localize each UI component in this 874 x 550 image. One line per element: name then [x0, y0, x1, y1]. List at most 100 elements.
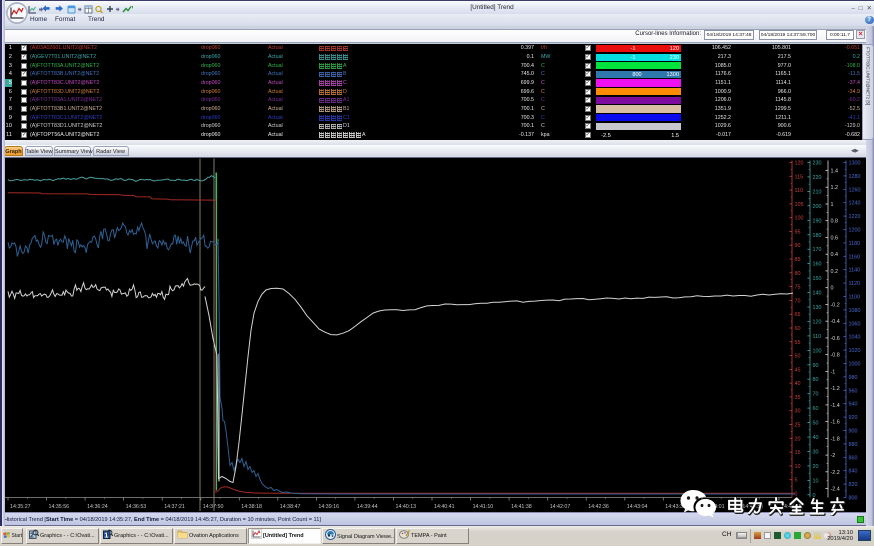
svg-text:1260: 1260 [849, 187, 861, 193]
svg-text:-1: -1 [831, 369, 836, 375]
svg-text:80: 80 [795, 270, 801, 276]
svg-text:14:37:50: 14:37:50 [203, 504, 224, 510]
svg-text:1240: 1240 [849, 200, 861, 206]
svg-text:1200: 1200 [849, 227, 861, 233]
svg-text:70: 70 [795, 298, 801, 304]
svg-text:860: 860 [849, 455, 858, 461]
svg-text:14:42:07: 14:42:07 [550, 504, 571, 510]
svg-text:1220: 1220 [849, 214, 861, 220]
svg-text:120: 120 [795, 160, 804, 166]
svg-text:14:39:44: 14:39:44 [357, 504, 378, 510]
svg-text:1080: 1080 [849, 307, 861, 313]
svg-text:-2: -2 [831, 453, 836, 459]
svg-text:1160: 1160 [849, 254, 861, 260]
svg-text:-0.6: -0.6 [831, 335, 840, 341]
svg-text:1.4: 1.4 [831, 168, 839, 174]
svg-text:45: 45 [795, 367, 801, 373]
svg-text:160: 160 [813, 261, 822, 267]
svg-text:1040: 1040 [849, 334, 861, 340]
svg-text:14:39:16: 14:39:16 [318, 504, 339, 510]
svg-text:230: 230 [813, 160, 822, 166]
svg-text:820: 820 [849, 482, 858, 488]
svg-text:0: 0 [831, 285, 834, 291]
svg-text:50: 50 [795, 353, 801, 359]
svg-text:80: 80 [813, 377, 819, 383]
svg-text:14:42:36: 14:42:36 [588, 504, 609, 510]
svg-text:14:43:04: 14:43:04 [627, 504, 648, 510]
svg-text:25: 25 [795, 422, 801, 428]
svg-text:30: 30 [813, 449, 819, 455]
svg-text:1280: 1280 [849, 173, 861, 179]
svg-text:14:36:53: 14:36:53 [126, 504, 147, 510]
svg-text:-0.8: -0.8 [831, 352, 840, 358]
svg-text:-1.6: -1.6 [831, 419, 840, 425]
svg-text:10: 10 [813, 478, 819, 484]
svg-text:-0.2: -0.2 [831, 302, 840, 308]
svg-text:1100: 1100 [849, 294, 861, 300]
svg-text:85: 85 [795, 257, 801, 263]
svg-text:14:36:24: 14:36:24 [87, 504, 108, 510]
svg-text:1000: 1000 [849, 361, 861, 367]
svg-text:14:35:56: 14:35:56 [49, 504, 70, 510]
svg-text:5: 5 [795, 477, 798, 483]
svg-text:14:38:47: 14:38:47 [280, 504, 301, 510]
svg-text:15: 15 [795, 450, 801, 456]
svg-text:200: 200 [813, 203, 822, 209]
svg-text:1120: 1120 [849, 281, 861, 287]
svg-text:880: 880 [849, 441, 858, 447]
svg-text:900: 900 [849, 428, 858, 434]
svg-text:95: 95 [795, 229, 801, 235]
svg-text:130: 130 [813, 305, 822, 311]
svg-text:14:40:13: 14:40:13 [396, 504, 417, 510]
svg-text:10: 10 [795, 463, 801, 469]
svg-text:-1.4: -1.4 [831, 402, 840, 408]
svg-text:90: 90 [813, 362, 819, 368]
svg-text:110: 110 [813, 333, 822, 339]
svg-text:140: 140 [813, 290, 822, 296]
svg-text:1.2: 1.2 [831, 185, 839, 191]
svg-text:90: 90 [795, 243, 801, 249]
svg-text:115: 115 [795, 174, 804, 180]
svg-text:100: 100 [813, 348, 822, 354]
svg-text:-1.8: -1.8 [831, 436, 840, 442]
svg-text:1060: 1060 [849, 321, 861, 327]
svg-text:0.6: 0.6 [831, 235, 839, 241]
svg-text:40: 40 [813, 435, 819, 441]
svg-text:20: 20 [813, 463, 819, 469]
svg-text:100: 100 [795, 215, 804, 221]
svg-text:220: 220 [813, 174, 822, 180]
svg-text:14:38:18: 14:38:18 [241, 504, 262, 510]
svg-text:14:40:41: 14:40:41 [434, 504, 455, 510]
svg-text:0.8: 0.8 [831, 218, 839, 224]
svg-text:940: 940 [849, 401, 858, 407]
svg-text:14:41:38: 14:41:38 [511, 504, 532, 510]
svg-text:190: 190 [813, 218, 822, 224]
svg-text:30: 30 [795, 408, 801, 414]
svg-text:75: 75 [795, 284, 801, 290]
svg-text:110: 110 [795, 188, 804, 194]
svg-text:150: 150 [813, 276, 822, 282]
svg-text:-2.2: -2.2 [831, 469, 840, 475]
svg-text:960: 960 [849, 388, 858, 394]
svg-text:105: 105 [795, 201, 804, 207]
svg-text:60: 60 [795, 326, 801, 332]
svg-text:1020: 1020 [849, 348, 861, 354]
svg-text:0.4: 0.4 [831, 252, 839, 258]
svg-text:14:35:27: 14:35:27 [10, 504, 31, 510]
svg-text:60: 60 [813, 406, 819, 412]
svg-text:40: 40 [795, 381, 801, 387]
svg-text:70: 70 [813, 391, 819, 397]
svg-text:14:37:21: 14:37:21 [164, 504, 185, 510]
svg-text:14:41:10: 14:41:10 [473, 504, 494, 510]
svg-text:1140: 1140 [849, 267, 861, 273]
svg-text:0.2: 0.2 [831, 268, 839, 274]
svg-text:1300: 1300 [849, 160, 861, 166]
svg-text:1: 1 [831, 202, 834, 208]
svg-text:35: 35 [795, 394, 801, 400]
svg-text:1180: 1180 [849, 240, 861, 246]
svg-text:-0.4: -0.4 [831, 319, 840, 325]
svg-text:55: 55 [795, 339, 801, 345]
svg-text:210: 210 [813, 189, 822, 195]
svg-text:170: 170 [813, 247, 822, 253]
svg-text:180: 180 [813, 232, 822, 238]
